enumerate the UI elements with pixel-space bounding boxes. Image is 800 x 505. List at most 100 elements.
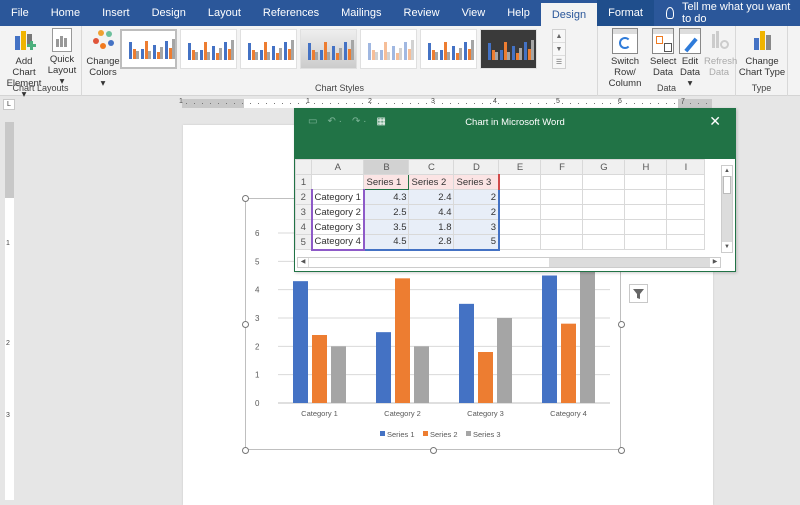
chart-style-3[interactable] xyxy=(240,29,297,69)
column-header-c[interactable]: C xyxy=(408,159,455,175)
cell-e5[interactable] xyxy=(498,234,542,250)
cell-h3[interactable] xyxy=(624,204,668,220)
cell-i5[interactable] xyxy=(666,234,706,250)
cell-g4[interactable] xyxy=(582,219,626,235)
cell-h1[interactable] xyxy=(624,174,668,190)
chart-style-4[interactable] xyxy=(300,29,357,69)
spreadsheet-grid[interactable]: A B C D E F G H I 1 Series 1 Series 2 Series 3 2 Categ… xyxy=(295,159,706,251)
horizontal-scrollbar[interactable]: ◀ ▶ xyxy=(297,257,721,268)
cell-e2[interactable] xyxy=(498,189,542,205)
cell-c2[interactable]: 2.4 xyxy=(408,189,455,205)
vertical-ruler[interactable]: 1 2 3 xyxy=(5,122,14,500)
cell-g5[interactable] xyxy=(582,234,626,250)
edit-data-button[interactable]: Edit Data ▾ xyxy=(677,28,703,89)
tab-mailings[interactable]: Mailings xyxy=(330,0,392,26)
cell-d2[interactable]: 2 xyxy=(453,189,500,205)
column-header-h[interactable]: H xyxy=(624,159,668,175)
scroll-right-icon[interactable]: ▶ xyxy=(710,258,720,267)
select-data-button[interactable]: Select Data xyxy=(650,28,676,78)
cell-f2[interactable] xyxy=(540,189,584,205)
resize-handle[interactable] xyxy=(618,321,625,328)
gallery-more-icon[interactable]: ☰ xyxy=(553,56,565,69)
cell-a4[interactable]: Category 3 xyxy=(310,219,365,235)
cell-f1[interactable] xyxy=(540,174,584,190)
horizontal-scroll-thumb[interactable] xyxy=(309,258,549,267)
chart-filters-button[interactable] xyxy=(629,284,648,303)
cell-c3[interactable]: 4.4 xyxy=(408,204,455,220)
tab-layout[interactable]: Layout xyxy=(197,0,252,26)
row-header[interactable]: 2 xyxy=(295,189,312,205)
cell-b5[interactable]: 4.5 xyxy=(363,234,410,251)
vertical-scrollbar[interactable]: ▲ ▼ xyxy=(721,165,733,253)
cell-h4[interactable] xyxy=(624,219,668,235)
row-header[interactable]: 3 xyxy=(295,204,312,220)
column-header-b[interactable]: B xyxy=(363,159,410,175)
cell-e3[interactable] xyxy=(498,204,542,220)
cell-a1[interactable] xyxy=(310,174,365,190)
column-header-f[interactable]: F xyxy=(540,159,584,175)
resize-handle[interactable] xyxy=(242,195,249,202)
gallery-up-icon[interactable]: ▲ xyxy=(553,30,565,43)
cell-b4[interactable]: 3.5 xyxy=(363,219,410,235)
cell-h2[interactable] xyxy=(624,189,668,205)
horizontal-ruler[interactable]: 11234567 xyxy=(179,98,712,108)
resize-handle[interactable] xyxy=(242,321,249,328)
cell-c5[interactable]: 2.8 xyxy=(408,234,455,251)
cell-e1[interactable] xyxy=(498,174,542,190)
column-header-g[interactable]: G xyxy=(582,159,626,175)
cell-e4[interactable] xyxy=(498,219,542,235)
scroll-down-icon[interactable]: ▼ xyxy=(722,242,732,252)
resize-handle[interactable] xyxy=(430,447,437,454)
change-colors-button[interactable]: Change Colors ▾ xyxy=(86,28,120,89)
column-header-a[interactable]: A xyxy=(310,159,365,175)
cell-g2[interactable] xyxy=(582,189,626,205)
cell-a2[interactable]: Category 1 xyxy=(310,189,365,205)
tab-format[interactable]: Format xyxy=(597,0,654,26)
close-icon[interactable]: ✕ xyxy=(709,113,721,130)
cell-b2[interactable]: 4.3 xyxy=(363,189,410,205)
refresh-data-button[interactable]: Refresh Data xyxy=(704,28,737,78)
scroll-left-icon[interactable]: ◀ xyxy=(298,258,308,267)
tab-home[interactable]: Home xyxy=(40,0,91,26)
cell-c1[interactable]: Series 2 xyxy=(408,174,455,190)
chart-style-5[interactable] xyxy=(360,29,417,69)
gallery-down-icon[interactable]: ▼ xyxy=(553,43,565,56)
column-header-e[interactable]: E xyxy=(498,159,542,175)
cell-i2[interactable] xyxy=(666,189,706,205)
column-header-d[interactable]: D xyxy=(453,159,500,175)
cell-h5[interactable] xyxy=(624,234,668,250)
cell-a3[interactable]: Category 2 xyxy=(310,204,365,220)
tab-view[interactable]: View xyxy=(451,0,497,26)
cell-i1[interactable] xyxy=(666,174,706,190)
tab-references[interactable]: References xyxy=(252,0,330,26)
chart-style-6[interactable] xyxy=(420,29,477,69)
tab-design[interactable]: Design xyxy=(141,0,197,26)
cell-i3[interactable] xyxy=(666,204,706,220)
cell-b3[interactable]: 2.5 xyxy=(363,204,410,220)
cell-a5[interactable]: Category 4 xyxy=(310,234,365,251)
cell-d3[interactable]: 2 xyxy=(453,204,500,220)
switch-row-column-button[interactable]: Switch Row/ Column xyxy=(600,28,650,89)
tab-file[interactable]: File xyxy=(0,0,40,26)
cell-c4[interactable]: 1.8 xyxy=(408,219,455,235)
tab-help[interactable]: Help xyxy=(496,0,541,26)
cell-b1[interactable]: Series 1 xyxy=(363,174,410,190)
quick-layout-button[interactable]: Quick Layout ▾ xyxy=(45,28,79,87)
row-header[interactable]: 4 xyxy=(295,219,312,235)
chart-style-1[interactable] xyxy=(120,29,177,69)
tab-design-chart[interactable]: Design xyxy=(540,3,598,26)
cell-d5[interactable]: 5 xyxy=(453,234,500,251)
row-header[interactable]: 5 xyxy=(295,234,312,250)
resize-handle[interactable] xyxy=(242,447,249,454)
cell-f3[interactable] xyxy=(540,204,584,220)
resize-handle[interactable] xyxy=(618,447,625,454)
scroll-up-icon[interactable]: ▲ xyxy=(722,166,732,176)
cell-i4[interactable] xyxy=(666,219,706,235)
tab-insert[interactable]: Insert xyxy=(91,0,141,26)
scroll-thumb[interactable] xyxy=(723,176,731,194)
row-header[interactable]: 1 xyxy=(295,174,312,190)
select-all-corner[interactable] xyxy=(295,159,312,175)
cell-g3[interactable] xyxy=(582,204,626,220)
cell-d4[interactable]: 3 xyxy=(453,219,500,235)
cell-d1[interactable]: Series 3 xyxy=(453,174,500,190)
